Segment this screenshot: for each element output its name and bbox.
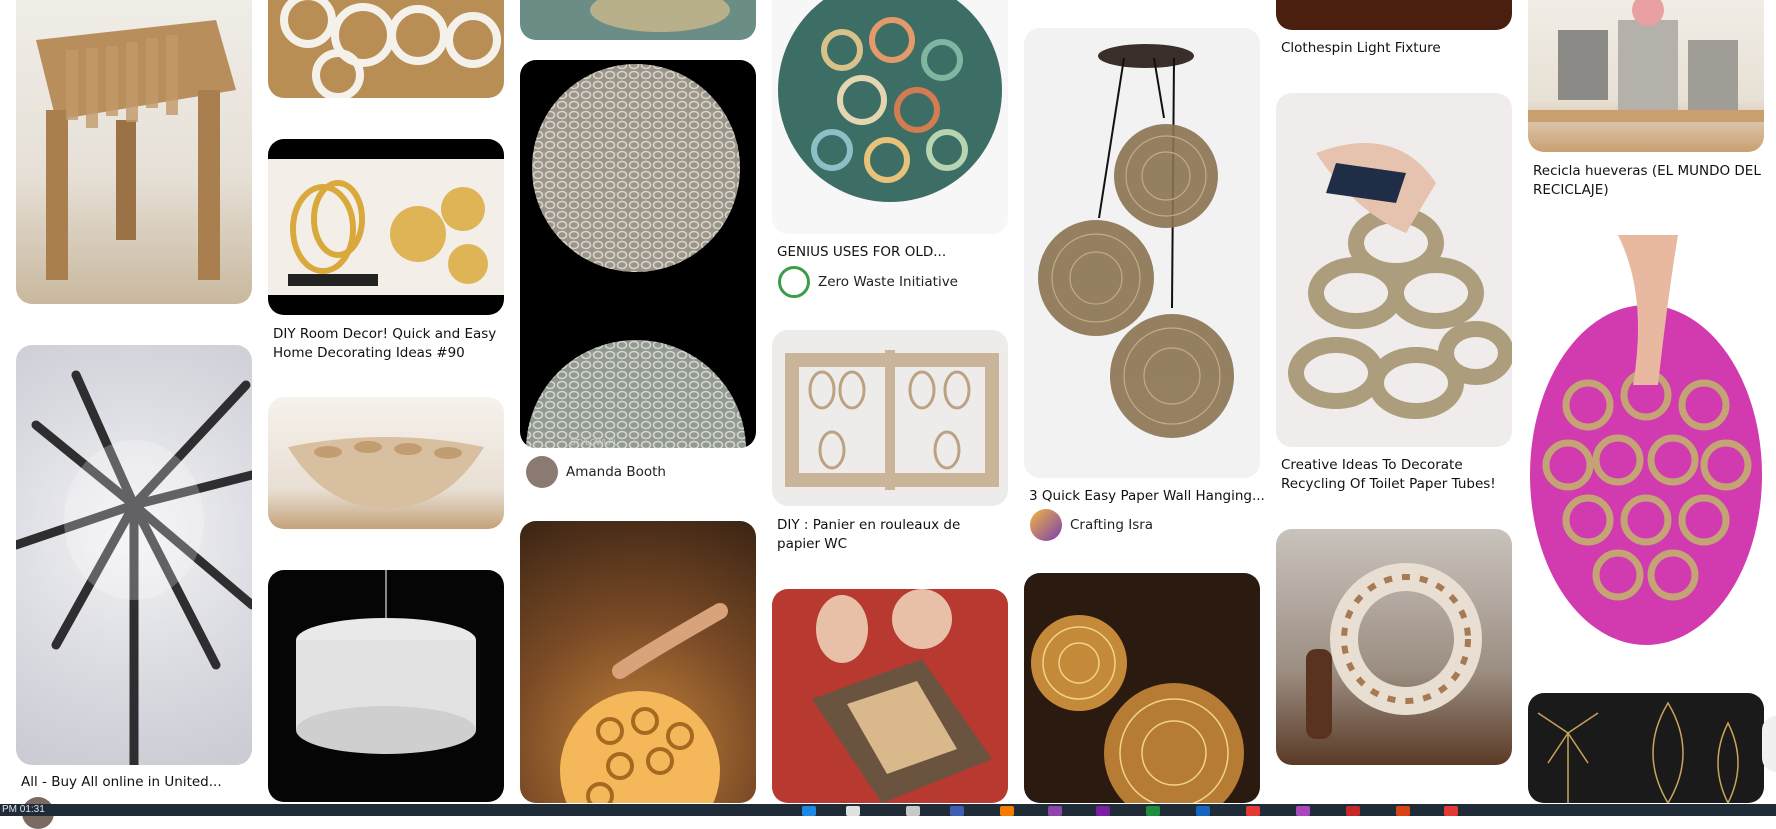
rope-balloon-illustration: [1530, 235, 1762, 645]
avatar: [778, 266, 810, 298]
pin-image-rope-balloon[interactable]: [1528, 235, 1764, 653]
leaf-wreath-illustration: [1306, 563, 1482, 739]
pin-image-paper-ball[interactable]: [772, 0, 1008, 234]
pin-image-gold-decor[interactable]: [268, 139, 504, 315]
pin-author-can-tab-globe[interactable]: Amanda Booth: [526, 456, 666, 488]
pin-image-tube-basket[interactable]: [772, 330, 1008, 506]
pin-image-table[interactable]: [16, 0, 252, 304]
app-icon[interactable]: [1444, 806, 1458, 816]
pin-image-night-lamps[interactable]: [1024, 573, 1260, 803]
chrome-icon[interactable]: [846, 806, 860, 816]
app-icon[interactable]: [1000, 806, 1014, 816]
can-tab-globe-illustration: [526, 64, 746, 448]
pin-image-weave-top[interactable]: [520, 0, 756, 40]
app-icon[interactable]: [1396, 806, 1410, 816]
pin-image-gold-leaves[interactable]: [1528, 693, 1764, 803]
glowing-lamp-illustration: [560, 603, 728, 803]
taskbar-clock[interactable]: PM 01:31: [2, 804, 45, 816]
tube-table-illustration: [36, 20, 236, 280]
excel-icon[interactable]: [1146, 806, 1160, 816]
app-icon[interactable]: [1196, 806, 1210, 816]
app-icon[interactable]: [1096, 806, 1110, 816]
author-name: Amanda Booth: [566, 464, 666, 480]
pin-title-dark-top[interactable]: Clothespin Light Fixture: [1281, 39, 1509, 58]
pin-image-egg-carton[interactable]: [1528, 0, 1764, 152]
pin-title-gold-decor[interactable]: DIY Room Decor! Quick and Easy Home Deco…: [273, 325, 501, 363]
pin-image-tube-stapler[interactable]: [1276, 93, 1512, 447]
app-icon[interactable]: [906, 806, 920, 816]
leaf-bowl-illustration: [288, 437, 484, 509]
avatar: [526, 456, 558, 488]
app-icon[interactable]: [1296, 806, 1310, 816]
app-icon[interactable]: [950, 806, 964, 816]
cardboard-frame-illustration: [812, 589, 992, 803]
pin-image-leaf-bowl[interactable]: [268, 397, 504, 529]
file-explorer-icon[interactable]: [802, 806, 816, 816]
author-name: Zero Waste Initiative: [818, 274, 958, 290]
app-icon[interactable]: [1048, 806, 1062, 816]
pin-title-tube-basket[interactable]: DIY : Panier en rouleaux de papier WC: [777, 516, 1005, 554]
author-name: Crafting Isra: [1070, 517, 1154, 533]
pin-image-glowing-lamp[interactable]: [520, 521, 756, 803]
black-strips-illustration: [16, 370, 252, 765]
pin-author-twine-lamps[interactable]: Crafting Isra: [1030, 509, 1153, 541]
pin-image-dark-top[interactable]: [1276, 0, 1512, 30]
tube-basket-illustration: [785, 350, 999, 490]
app-icon[interactable]: [1346, 806, 1360, 816]
watermark: STYLOWI.PL: [570, 438, 619, 447]
pin-image-ball-chandelier[interactable]: [268, 570, 504, 802]
tube-stapler-illustration: [1288, 143, 1512, 419]
pin-author-paper-ball[interactable]: Zero Waste Initiative: [778, 266, 958, 298]
pin-title-twine-lamps[interactable]: 3 Quick Easy Paper Wall Hanging...: [1029, 487, 1265, 506]
app-icon[interactable]: [1246, 806, 1260, 816]
egg-carton-illustration: [1528, 0, 1764, 122]
taskbar: PM 01:31: [0, 804, 1776, 816]
pin-image-leaf-wreath[interactable]: [1276, 529, 1512, 765]
avatar: [1030, 509, 1062, 541]
twine-lamps-illustration: [1038, 44, 1234, 438]
weave-illustration: [590, 0, 730, 32]
pin-image-black-strips[interactable]: [16, 345, 252, 765]
pin-title-egg-carton[interactable]: Recicla hueveras (EL MUNDO DEL RECICLAJE…: [1533, 162, 1761, 200]
ball-chandelier-illustration: [296, 570, 476, 754]
gold-leaves-illustration: [1537, 701, 1739, 803]
rings-illustration: [280, 0, 501, 98]
pin-image-can-tab-globe[interactable]: STYLOWI.PL: [520, 60, 756, 448]
pin-image-twine-lamps[interactable]: [1024, 28, 1260, 478]
night-lamps-illustration: [1031, 615, 1244, 803]
pin-title-paper-ball[interactable]: GENIUS USES FOR OLD...: [777, 243, 1005, 262]
pin-title-black-strips[interactable]: All - Buy All online in United...: [21, 773, 251, 792]
pin-image-rings[interactable]: [268, 0, 504, 98]
pin-image-cardboard-frame[interactable]: [772, 589, 1008, 803]
paper-ball-illustration: [778, 0, 1002, 202]
gold-decor-illustration: [268, 159, 504, 295]
pin-title-tube-stapler[interactable]: Creative Ideas To Decorate Recycling Of …: [1281, 456, 1509, 494]
scroll-right-icon[interactable]: [1762, 716, 1776, 772]
